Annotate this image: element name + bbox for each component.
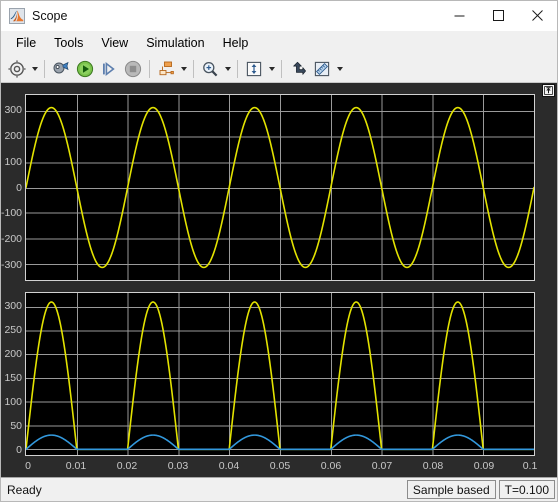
window-controls (440, 1, 557, 31)
toolbar (1, 55, 557, 83)
x-tick-label: 0.04 (218, 460, 240, 472)
x-tick-label: 0.1 (522, 460, 538, 472)
y-tick-label: 200 (4, 348, 22, 361)
x-tick-label: 0.07 (371, 460, 393, 472)
x-tick-label: 0.03 (167, 460, 189, 472)
maximize-button[interactable] (479, 1, 518, 31)
y-tick-label: 250 (4, 324, 22, 337)
top-plot-y-axis-labels: -300 -200 -100 0 100 200 300 (1, 94, 22, 281)
zoom-in-button[interactable] (198, 57, 222, 81)
measurements-button[interactable] (310, 57, 334, 81)
y-tick-label: -300 (1, 259, 22, 272)
menu-tools[interactable]: Tools (45, 33, 92, 53)
top-plot[interactable] (25, 94, 535, 281)
autoscale-button[interactable] (242, 57, 266, 81)
status-sample-mode: Sample based (406, 480, 496, 499)
layout-button[interactable] (154, 57, 178, 81)
menu-view[interactable]: View (92, 33, 137, 53)
zoom-in-caret[interactable] (222, 57, 233, 81)
title-bar: Scope (1, 1, 557, 31)
y-tick-label: 100 (4, 396, 22, 409)
y-tick-label: 100 (4, 155, 22, 168)
status-bar: Ready Sample based T=0.100 (1, 477, 557, 501)
y-tick-label: -100 (1, 207, 22, 220)
y-tick-label: 0 (16, 181, 22, 194)
cursor-measurements-button[interactable] (286, 57, 310, 81)
bottom-plot-x-axis-labels: 0 0.01 0.02 0.03 0.04 0.05 0.06 0.07 0.08 0.09 0.1 (25, 460, 538, 474)
y-tick-label: -200 (1, 233, 22, 246)
y-tick-label: 300 (4, 300, 22, 313)
menu-help[interactable]: Help (214, 33, 258, 53)
bottom-plot[interactable] (25, 292, 535, 456)
measurements-caret[interactable] (334, 57, 345, 81)
menu-file[interactable]: File (7, 33, 45, 53)
bottom-plot-canvas (26, 293, 534, 455)
scope-display-area: -300 -200 -100 0 100 200 300 0 50 100 150 200 250 30… (1, 83, 557, 477)
minimize-button[interactable] (440, 1, 479, 31)
layout-caret[interactable] (178, 57, 189, 81)
toolbar-separator-2 (149, 59, 150, 78)
y-tick-label: 0 (16, 444, 22, 457)
menu-bar: File Tools View Simulation Help (1, 31, 557, 55)
stop-button[interactable] (121, 57, 145, 81)
configuration-properties-button[interactable] (5, 57, 29, 81)
run-button[interactable] (73, 57, 97, 81)
y-tick-label: 50 (10, 420, 22, 433)
matlab-membrane-icon (9, 7, 25, 24)
x-tick-label: 0 (25, 460, 31, 472)
x-tick-label: 0.06 (320, 460, 342, 472)
x-tick-label: 0.09 (473, 460, 495, 472)
autoscale-caret[interactable] (266, 57, 277, 81)
x-tick-label: 0.01 (65, 460, 87, 472)
step-forward-button[interactable] (97, 57, 121, 81)
configuration-properties-caret[interactable] (29, 57, 40, 81)
bottom-plot-y-axis-labels: 0 50 100 150 200 250 300 (1, 292, 22, 456)
pin-icon[interactable] (542, 84, 555, 97)
toolbar-separator-3 (193, 59, 194, 78)
simulink-link-button[interactable] (49, 57, 73, 81)
toolbar-separator-4 (237, 59, 238, 78)
x-tick-label: 0.08 (422, 460, 444, 472)
status-time: T=0.100 (498, 480, 555, 499)
scope-window: Scope File Tools View Simulation Help -3… (0, 0, 558, 502)
y-tick-label: 300 (4, 103, 22, 116)
window-title: Scope (32, 8, 68, 23)
title-bar-left: Scope (1, 7, 440, 24)
menu-simulation[interactable]: Simulation (137, 33, 213, 53)
top-plot-canvas (26, 95, 534, 280)
y-tick-label: 150 (4, 372, 22, 385)
x-tick-label: 0.05 (269, 460, 291, 472)
x-tick-label: 0.02 (116, 460, 138, 472)
y-tick-label: 200 (4, 129, 22, 142)
close-button[interactable] (518, 1, 557, 31)
toolbar-separator-5 (281, 59, 282, 78)
status-ready-label: Ready (7, 482, 42, 497)
toolbar-separator-1 (44, 59, 45, 78)
